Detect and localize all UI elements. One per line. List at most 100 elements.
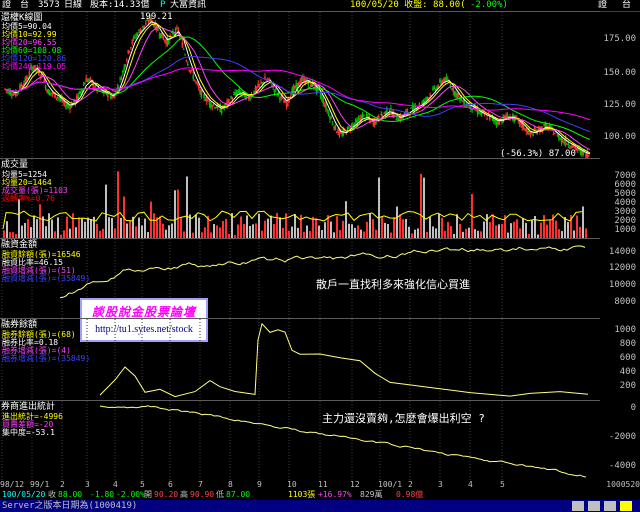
volume-bar — [129, 220, 131, 239]
volume-bar — [81, 218, 83, 239]
volume-legend: 均量5=1254 均量20=1464 成交量(張)=1103 週轉率%=0.76 — [2, 171, 68, 203]
quote-vol: 1103張 — [288, 490, 316, 499]
volume-bar — [177, 189, 179, 239]
quote-chg: -1.80 — [90, 490, 115, 499]
candle-body — [330, 117, 333, 119]
candle-body — [84, 83, 86, 85]
candle-body — [478, 112, 480, 115]
price-panel[interactable]: 還權K線圖 均價5=90.04 均價10=92.99 均價20=96.55 均價60=… — [0, 11, 600, 159]
date-axis-label: 10 — [287, 480, 297, 489]
broker-legend: 進出統計=-4996 買賣差額=-20 集中度=-53.1 — [2, 413, 63, 437]
candle-body — [545, 124, 548, 126]
volume-bar — [483, 221, 485, 239]
volume-bar — [342, 220, 344, 239]
price-ytick: 150.00 — [603, 68, 636, 78]
volume-bar — [498, 224, 500, 239]
candle-body — [145, 22, 147, 25]
volume-bar — [162, 223, 164, 239]
volume-bar — [336, 216, 338, 239]
volume-panel[interactable]: 成交量 均量5=1254 均量20=1464 成交量(張)=1103 週轉率%=0.7… — [0, 158, 600, 239]
candle-body — [131, 40, 134, 45]
volume-bar — [213, 223, 215, 239]
volume-bar — [222, 221, 224, 239]
candle-body — [552, 134, 555, 136]
quote-high-label: 高 — [180, 490, 188, 499]
candle-body — [319, 94, 322, 97]
volume-bar — [492, 214, 494, 239]
status-icon-4[interactable] — [620, 501, 632, 511]
volume-bar — [525, 222, 527, 239]
volume-bar — [270, 215, 272, 239]
stock-code: 3573 — [38, 0, 60, 10]
candle-body — [275, 88, 277, 90]
volume-bar — [555, 220, 557, 239]
volume-bar — [348, 223, 350, 239]
candle-body — [140, 29, 143, 31]
candle-body — [185, 60, 188, 62]
price-chart[interactable] — [0, 12, 600, 159]
margin-yaxis: 14000 12000 10000 8000 — [600, 238, 640, 318]
volume-bar — [267, 218, 269, 239]
candle-body — [553, 132, 556, 134]
volume-bar — [273, 224, 275, 239]
volume-bar — [369, 213, 371, 239]
volume-bar — [141, 225, 143, 239]
candle-body — [195, 81, 197, 83]
candle-body — [300, 78, 303, 83]
volume-bar — [582, 206, 584, 239]
short-ytick: 600 — [619, 353, 636, 363]
candle-body — [562, 140, 564, 143]
volume-bar — [258, 213, 260, 239]
volume-bar — [198, 217, 200, 239]
broker-ytick: -4000 — [608, 461, 636, 471]
candle-body — [184, 54, 186, 56]
candle-body — [82, 85, 85, 87]
quote-low: 87.00 — [226, 490, 251, 499]
candle-body — [587, 155, 590, 157]
volume-bar — [108, 217, 110, 239]
broker-panel[interactable]: 券商進出統計 進出統計=-4996 買賣差額=-20 集中度=-53.1 主力還沒賣… — [0, 400, 600, 481]
volume-bar — [225, 218, 227, 239]
margin-annotation: 散戶一直找利多來強化信心買進 — [316, 278, 470, 291]
date-axis-label: 11 — [318, 480, 328, 489]
volume-bar — [516, 219, 518, 239]
quote-open-label: 開 — [144, 490, 152, 499]
volume-bar — [345, 201, 347, 239]
volume-yaxis: 7000 6000 5000 4000 3000 2000 1000 — [600, 158, 640, 238]
broker-panel-title: 券商進出統計 — [1, 402, 56, 412]
status-icon-3[interactable] — [604, 501, 616, 511]
short-ytick: 800 — [619, 339, 636, 349]
volume-bar — [105, 184, 107, 239]
volume-bar — [21, 225, 23, 239]
volume-bar — [117, 171, 119, 239]
volume-chart[interactable] — [0, 159, 600, 239]
candle-body — [345, 133, 348, 135]
status-icon-1[interactable] — [572, 501, 584, 511]
candle-body — [220, 110, 223, 113]
status-icon-2[interactable] — [588, 501, 600, 511]
volume-bar — [567, 222, 569, 239]
volume-bar — [237, 224, 239, 239]
broker-chart[interactable] — [0, 401, 600, 481]
broker-legend-item: 集中度=-53.1 — [2, 428, 55, 437]
volume-bar — [171, 223, 173, 239]
candle-body — [176, 27, 178, 29]
volume-bar — [489, 222, 491, 239]
quote-amt: 829萬 — [360, 490, 383, 499]
candle-body — [181, 42, 184, 48]
candle-body — [157, 29, 159, 31]
candle-body — [182, 48, 185, 50]
candle-body — [230, 96, 232, 99]
date-axis-label: 6 — [168, 480, 173, 489]
volume-bar — [324, 222, 326, 239]
margin-ytick: 10000 — [608, 280, 636, 290]
volume-bar — [312, 216, 314, 239]
candle-body — [445, 77, 448, 81]
right-label-1: 證 — [598, 0, 608, 10]
date-axis-label: 98/12 — [0, 480, 25, 489]
volume-bar — [387, 224, 389, 239]
candle-body — [567, 143, 570, 146]
short-panel[interactable]: 融券餘額 融券餘額(張)=(68) 融券比率=0.18 融券增減(張)=(4) 融券增… — [0, 318, 600, 401]
date-axis-right-label: 1000520 — [606, 480, 640, 489]
quote-turnover: 0.98億 — [396, 490, 424, 499]
